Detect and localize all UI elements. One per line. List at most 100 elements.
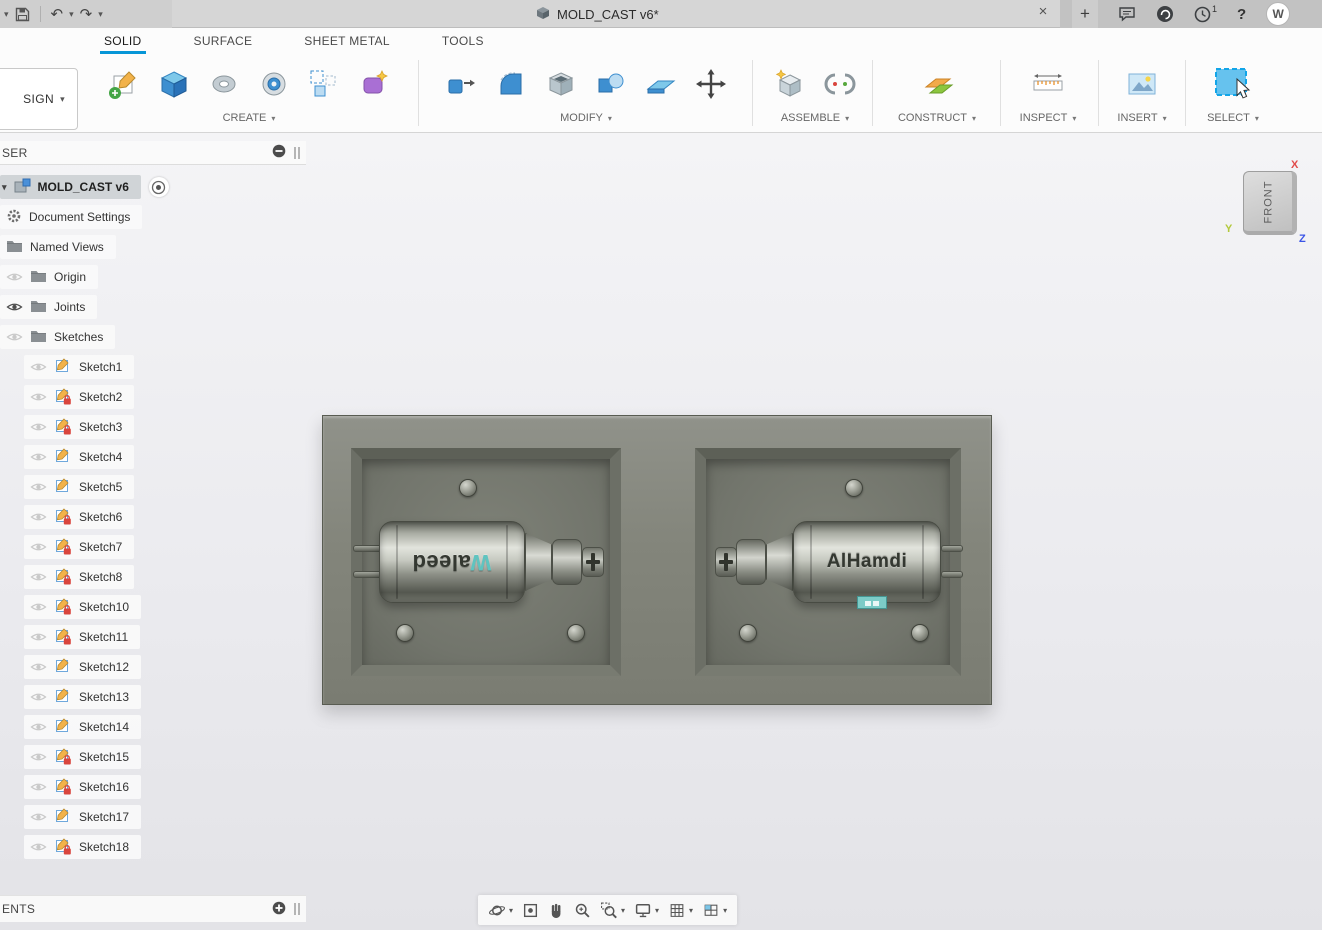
part-alhamdi[interactable]: AlHamdi [715,519,963,609]
revolve-button[interactable] [204,62,244,106]
activate-component-radio[interactable] [148,177,169,197]
mold-cavity-left[interactable]: Waleed [351,448,621,676]
panel-resize-grip[interactable] [294,903,300,915]
panel-resize-grip[interactable] [294,146,300,159]
measure-button[interactable] [1028,62,1068,106]
group-label-create[interactable]: CREATE ▾ [86,112,412,124]
job-status-icon[interactable]: 1 [1194,4,1217,23]
browser-item-origin[interactable]: Origin [0,265,99,289]
visibility-eye-off-icon[interactable] [30,511,47,523]
sketch-row[interactable]: Sketch18 [24,835,142,859]
hole-button[interactable] [254,62,294,106]
sketch-row[interactable]: Sketch14 [24,715,142,739]
visibility-eye-off-icon[interactable] [30,811,47,823]
new-component-button[interactable] [770,62,810,106]
sketch-row[interactable]: Sketch13 [24,685,142,709]
view-cube[interactable]: FRONT [1243,171,1297,235]
visibility-eye-off-icon[interactable] [6,331,23,343]
joint-button[interactable] [820,62,860,106]
orbit-button[interactable]: ▾ [488,902,513,919]
help-icon[interactable]: ? [1237,6,1246,23]
sketch-row[interactable]: Sketch6 [24,505,135,529]
sketch-row[interactable]: Sketch7 [24,535,135,559]
insert-canvas-button[interactable] [1122,62,1162,106]
ejector-pin[interactable] [567,624,585,642]
save-icon[interactable] [15,7,30,22]
visibility-eye-off-icon[interactable] [30,661,47,673]
group-label-modify[interactable]: MODIFY ▾ [425,112,747,124]
combine-button[interactable] [591,62,631,106]
tab-sheet-metal[interactable]: SHEET METAL [300,29,394,54]
zoom-button[interactable] [574,902,591,919]
move-copy-button[interactable] [691,62,731,106]
visibility-eye-off-icon[interactable] [30,841,47,853]
ejector-pin[interactable] [459,479,477,497]
document-tab[interactable]: MOLD_CAST v6* [536,0,659,28]
visibility-eye-off-icon[interactable] [30,391,47,403]
visibility-eye-off-icon[interactable] [30,781,47,793]
sketch-row[interactable]: Sketch1 [24,355,135,379]
sketch-row[interactable]: Sketch16 [24,775,142,799]
browser-root-row[interactable]: ▾ MOLD_CAST v6 [0,175,141,199]
visibility-eye-off-icon[interactable] [30,751,47,763]
assistant-icon[interactable] [1156,5,1174,23]
browser-item-joints[interactable]: Joints [0,295,98,319]
mold-cavity-right[interactable]: AlHamdi [695,448,963,676]
sketch-row[interactable]: Sketch4 [24,445,135,469]
visibility-eye-off-icon[interactable] [30,361,47,373]
mold-block[interactable]: Waleed AlHamdi [322,415,992,705]
visibility-eye-off-icon[interactable] [30,691,47,703]
pattern-button[interactable] [304,62,344,106]
visibility-eye-off-icon[interactable] [30,721,47,733]
expand-caret-icon[interactable]: ▾ [2,182,7,193]
extrude-button[interactable] [154,62,194,106]
grid-layout-button[interactable]: ▾ [668,902,693,919]
comments-icon[interactable] [1118,6,1136,22]
create-sketch-button[interactable] [104,62,144,106]
press-pull-button[interactable] [441,62,481,106]
redo-icon[interactable]: ↷ [80,7,93,22]
ejector-pin[interactable] [845,479,863,497]
part-alhamdi-body[interactable]: AlHamdi [793,521,941,609]
redo-caret-icon[interactable]: ▾ [98,9,103,20]
file-menu-caret-icon[interactable]: ▾ [4,9,9,20]
visibility-eye-off-icon[interactable] [30,571,47,583]
undo-icon[interactable]: ↶ [51,7,64,22]
ejector-pin[interactable] [396,624,414,642]
shell-button[interactable] [541,62,581,106]
select-button[interactable] [1209,62,1257,106]
undo-caret-icon[interactable]: ▾ [69,9,74,20]
new-tab-button[interactable]: + [1072,0,1098,28]
sketch-row[interactable]: Sketch10 [24,595,142,619]
sketch-row[interactable]: Sketch8 [24,565,135,589]
zoom-window-button[interactable]: ▾ [600,902,625,919]
visibility-eye-off-icon[interactable] [30,451,47,463]
close-tab-icon[interactable]: × [1033,3,1053,20]
sketch-row[interactable]: Sketch17 [24,805,142,829]
look-at-button[interactable] [522,902,539,919]
comments-panel-header[interactable]: ENTS [0,895,306,922]
tab-solid[interactable]: SOLID [100,29,146,54]
sketch-row[interactable]: Sketch15 [24,745,142,769]
display-settings-button[interactable]: ▾ [634,902,659,919]
browser-item-named-views[interactable]: Named Views [0,235,116,259]
sketch-row[interactable]: Sketch3 [24,415,135,439]
offset-face-button[interactable] [641,62,681,106]
visibility-eye-off-icon[interactable] [30,601,47,613]
visibility-eye-off-icon[interactable] [6,271,23,283]
pan-button[interactable] [548,902,565,919]
visibility-eye-off-icon[interactable] [30,481,47,493]
expand-panel-icon[interactable] [272,901,286,918]
part-waleed[interactable]: Waleed [353,519,604,605]
design-workspace-dropdown[interactable]: SIGN ▾ [0,68,78,130]
tab-surface[interactable]: SURFACE [190,29,257,54]
avatar[interactable]: W [1266,2,1291,26]
browser-item-document-settings[interactable]: Document Settings [0,205,143,229]
sketch-row[interactable]: Sketch5 [24,475,135,499]
browser-item-sketches[interactable]: Sketches [0,325,116,349]
ejector-pin[interactable] [739,624,757,642]
viewports-button[interactable]: ▾ [702,902,727,919]
sketch-row[interactable]: Sketch11 [24,625,141,649]
visibility-eye-off-icon[interactable] [30,421,47,433]
visibility-eye-icon[interactable] [6,301,23,313]
